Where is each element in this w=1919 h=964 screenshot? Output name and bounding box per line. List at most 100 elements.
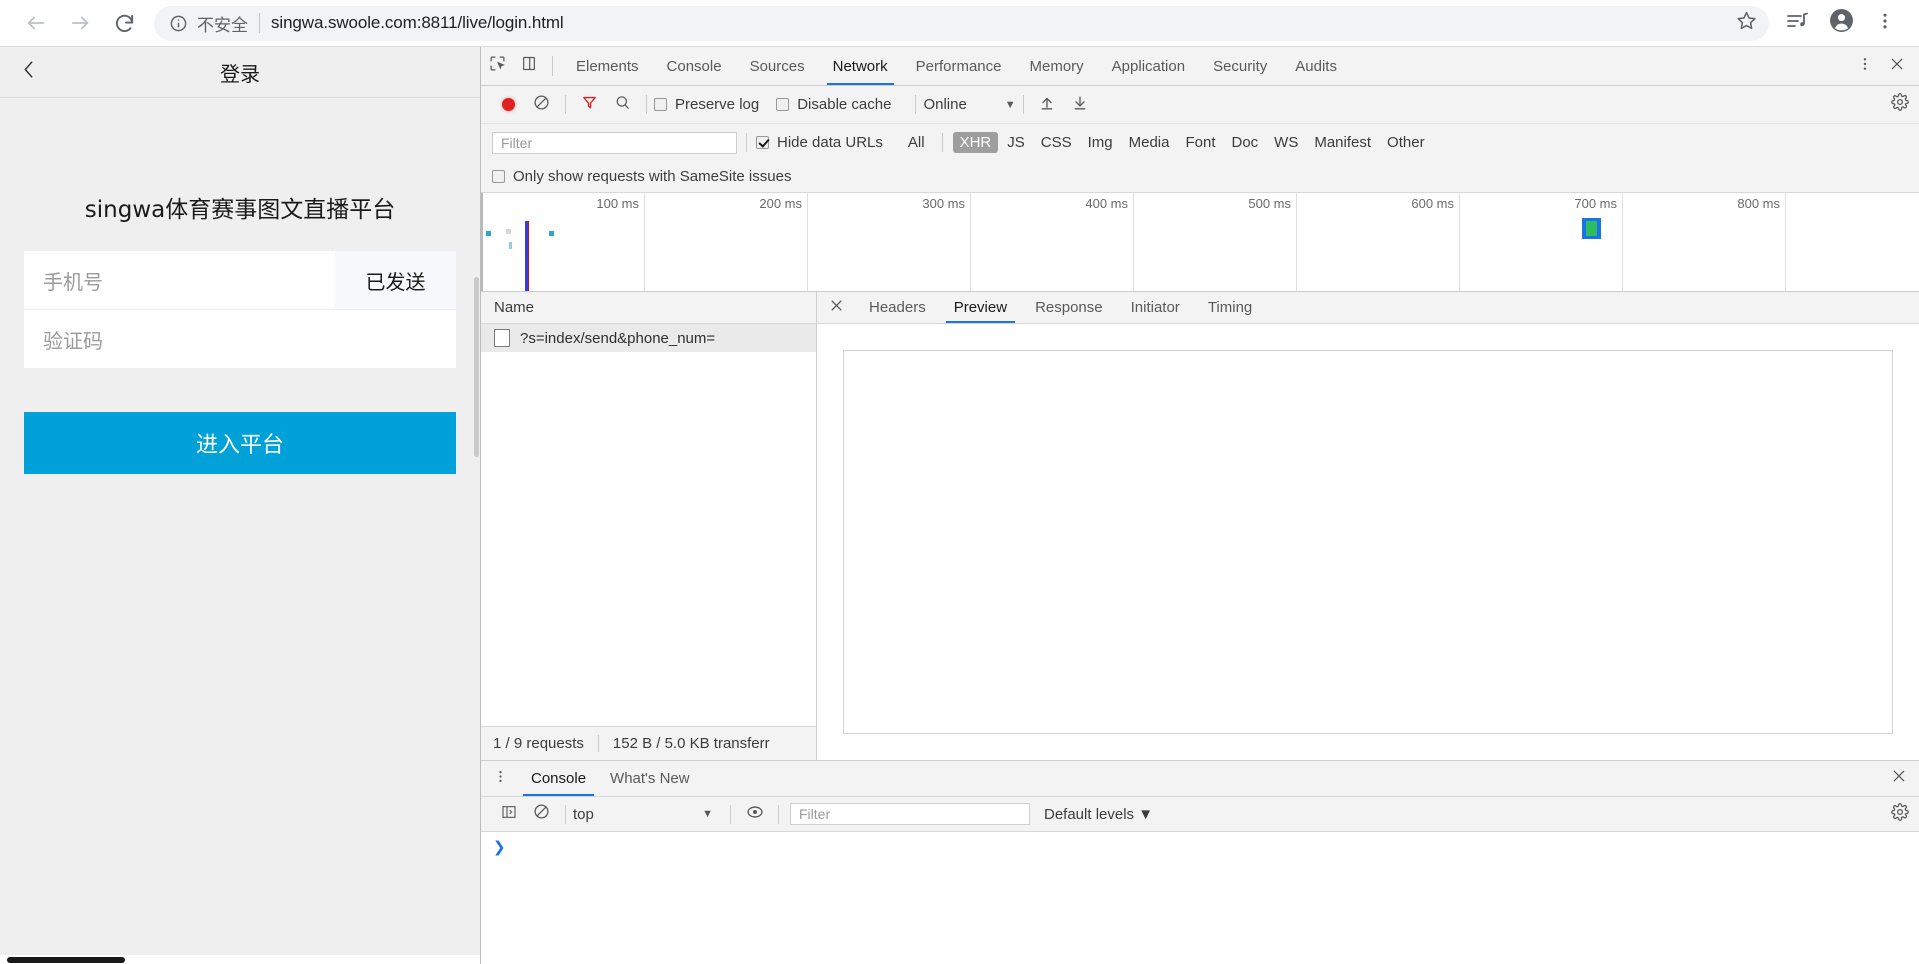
- clear-console-button[interactable]: [525, 799, 558, 829]
- network-throttling-select[interactable]: Online ▼: [923, 96, 1015, 113]
- forward-button[interactable]: [58, 1, 102, 45]
- tab-audits[interactable]: Audits: [1281, 47, 1351, 85]
- page-title: 登录: [220, 61, 260, 86]
- profile-avatar-icon: [1829, 8, 1854, 38]
- tab-security[interactable]: Security: [1199, 47, 1281, 85]
- resource-type-font[interactable]: Font: [1178, 132, 1222, 153]
- devtools-more-button[interactable]: [1849, 50, 1881, 82]
- page-navbar: 登录: [0, 47, 480, 98]
- verification-code-input[interactable]: 验证码: [24, 310, 456, 368]
- page-back-button[interactable]: [18, 57, 40, 88]
- network-filter-input[interactable]: Filter: [492, 131, 737, 154]
- samesite-option[interactable]: Only show requests with SameSite issues: [492, 168, 791, 185]
- devtools-panel: Elements Console Sources Network Perform…: [481, 47, 1919, 964]
- tab-memory[interactable]: Memory: [1016, 47, 1098, 85]
- detail-tab-preview[interactable]: Preview: [940, 292, 1021, 323]
- detail-tab-headers[interactable]: Headers: [855, 292, 940, 323]
- overview-gridlines: 100 ms 200 ms 300 ms 400 ms 500 ms 600 m…: [481, 193, 1919, 291]
- table-row[interactable]: ?s=index/send&phone_num=: [481, 324, 816, 352]
- toolbar-divider-2: [646, 95, 647, 114]
- send-code-button[interactable]: 已发送: [335, 251, 456, 309]
- tab-network[interactable]: Network: [819, 47, 902, 85]
- drawer-tab-console[interactable]: Console: [519, 761, 598, 796]
- site-info-icon[interactable]: [168, 13, 188, 33]
- search-button[interactable]: [606, 90, 639, 120]
- phone-input[interactable]: 手机号: [24, 251, 335, 309]
- console-output[interactable]: ❯: [481, 832, 1919, 964]
- tab-sources[interactable]: Sources: [736, 47, 819, 85]
- tab-console[interactable]: Console: [653, 47, 736, 85]
- detail-tab-response[interactable]: Response: [1021, 292, 1117, 323]
- import-har-button[interactable]: [1031, 90, 1064, 120]
- toolbar-divider-3: [915, 95, 917, 114]
- media-control-button[interactable]: [1777, 3, 1817, 43]
- detail-tab-initiator[interactable]: Initiator: [1117, 292, 1194, 323]
- export-har-button[interactable]: [1064, 90, 1097, 120]
- close-detail-button[interactable]: [817, 292, 855, 323]
- samesite-label: Only show requests with SameSite issues: [513, 168, 792, 185]
- media-playlist-icon: [1785, 9, 1809, 38]
- console-prompt[interactable]: ❯: [481, 840, 1919, 855]
- console-context-select[interactable]: top ▼: [573, 806, 723, 823]
- drawer-tab-whats-new[interactable]: What's New: [598, 761, 702, 796]
- resource-type-xhr[interactable]: XHR: [952, 132, 999, 153]
- hide-data-urls-checkbox[interactable]: [756, 136, 769, 149]
- resource-type-doc[interactable]: Doc: [1224, 132, 1265, 153]
- enter-platform-button[interactable]: 进入平台: [24, 412, 456, 474]
- bookmark-button[interactable]: [1729, 6, 1763, 40]
- network-toolbar: Preserve log Disable cache Online ▼: [481, 86, 1919, 124]
- overview-selection-handle[interactable]: [481, 193, 483, 291]
- resource-type-img[interactable]: Img: [1081, 132, 1120, 153]
- resource-type-css[interactable]: CSS: [1034, 132, 1079, 153]
- security-status-label: 不安全: [197, 15, 248, 36]
- samesite-checkbox[interactable]: [492, 170, 505, 183]
- overview-tick-700: 700 ms: [1574, 196, 1617, 211]
- browser-menu-button[interactable]: [1865, 3, 1905, 43]
- disable-cache-option[interactable]: Disable cache: [776, 96, 891, 113]
- network-status-bar: 1 / 9 requests 152 B / 5.0 KB transferr: [481, 726, 816, 760]
- record-button[interactable]: [492, 90, 525, 120]
- hide-data-urls-option[interactable]: Hide data URLs: [756, 134, 883, 151]
- page-home-indicator: [0, 955, 480, 964]
- drawer-more-button[interactable]: [481, 761, 519, 796]
- tab-performance[interactable]: Performance: [902, 47, 1016, 85]
- request-list-header[interactable]: Name: [481, 292, 816, 324]
- back-button[interactable]: [14, 1, 58, 45]
- resource-type-manifest[interactable]: Manifest: [1307, 132, 1378, 153]
- clear-requests-button[interactable]: [525, 90, 558, 120]
- resource-type-all[interactable]: All: [901, 132, 932, 153]
- network-overview-timeline[interactable]: 100 ms 200 ms 300 ms 400 ms 500 ms 600 m…: [481, 193, 1919, 292]
- reload-icon: [113, 12, 136, 35]
- reload-button[interactable]: [102, 1, 146, 45]
- hide-data-urls-label: Hide data URLs: [777, 134, 883, 151]
- resource-type-other[interactable]: Other: [1380, 132, 1432, 153]
- inspect-element-button[interactable]: [481, 47, 513, 85]
- device-toolbar-button[interactable]: [513, 47, 545, 85]
- console-sidebar-button[interactable]: [492, 799, 525, 829]
- page-scrollbar[interactable]: [474, 277, 479, 457]
- document-icon: [494, 329, 510, 347]
- profile-button[interactable]: [1821, 3, 1861, 43]
- disable-cache-checkbox[interactable]: [776, 98, 790, 111]
- console-filter-input[interactable]: Filter: [790, 803, 1030, 825]
- live-expression-button[interactable]: [738, 799, 771, 829]
- resource-type-ws[interactable]: WS: [1267, 132, 1305, 153]
- console-levels-label: Default levels: [1044, 805, 1135, 823]
- drawer-close-button[interactable]: [1879, 761, 1919, 796]
- preview-body: [817, 324, 1919, 760]
- tab-application[interactable]: Application: [1098, 47, 1199, 85]
- filter-toggle-button[interactable]: [573, 90, 606, 120]
- resource-type-media[interactable]: Media: [1122, 132, 1177, 153]
- resource-type-js[interactable]: JS: [1000, 132, 1032, 153]
- console-settings-button[interactable]: [1891, 802, 1909, 826]
- preserve-log-option[interactable]: Preserve log: [654, 96, 759, 113]
- detail-tab-timing[interactable]: Timing: [1194, 292, 1266, 323]
- tab-elements[interactable]: Elements: [562, 47, 653, 85]
- three-dot-menu-icon: [1857, 56, 1873, 77]
- network-settings-button[interactable]: [1891, 93, 1909, 116]
- omnibox[interactable]: 不安全 singwa.swoole.com:8811/live/login.ht…: [154, 5, 1769, 41]
- live-expression-icon: [746, 803, 764, 826]
- preserve-log-checkbox[interactable]: [654, 98, 667, 111]
- console-levels-select[interactable]: Default levels ▼: [1044, 806, 1153, 823]
- devtools-close-button[interactable]: [1881, 50, 1913, 82]
